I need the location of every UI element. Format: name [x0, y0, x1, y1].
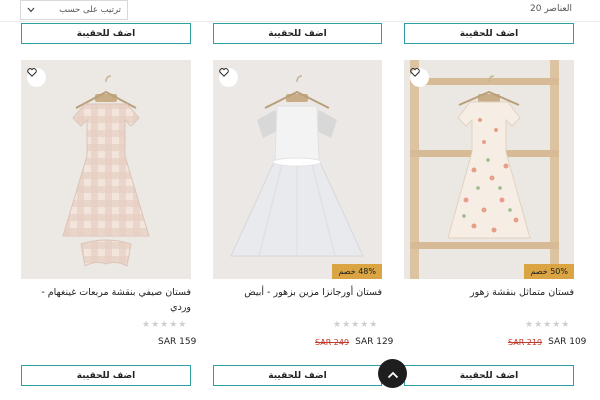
add-to-bag-button[interactable]: اضف للحقيبة — [404, 23, 574, 44]
star-icon: ★★★★★ — [142, 320, 188, 330]
wishlist-button[interactable] — [219, 68, 238, 87]
star-icon: ★★★★★ — [525, 320, 571, 330]
discount-badge: 48% خصم — [332, 264, 382, 279]
add-to-bag-button[interactable]: اضف للحقيبة — [21, 365, 191, 386]
price-block: SAR 159 — [158, 337, 328, 347]
add-to-bag-button[interactable]: اضف للحقيبة — [213, 365, 382, 386]
star-icon: ★★★★★ — [333, 320, 379, 330]
product-image[interactable] — [21, 60, 191, 279]
price-block: SAR 249 SAR 129 — [315, 337, 485, 347]
add-to-bag-button[interactable]: اضف للحقيبة — [213, 23, 382, 44]
original-price: SAR 219 — [508, 337, 543, 347]
wishlist-button[interactable] — [410, 68, 429, 87]
add-to-bag-button[interactable]: اضف للحقيبة — [404, 365, 574, 386]
results-toolbar: 20 العناصر ترتيب على حسب — [0, 0, 600, 22]
price-block: SAR 219 SAR 109 — [508, 337, 600, 347]
product-title[interactable]: فستان أورجانزا مزين بزهور - أبيض — [213, 285, 382, 300]
add-to-bag-button[interactable]: اضف للحقيبة — [21, 23, 191, 44]
rating-stars: ★★★★★ — [142, 320, 312, 330]
product-title[interactable]: فستان متماثل بنقشة زهور — [404, 285, 574, 300]
discount-badge: 50% خصم — [524, 264, 574, 279]
scroll-to-top-button[interactable] — [378, 359, 407, 388]
sort-dropdown[interactable]: ترتيب على حسب — [20, 0, 128, 20]
chevron-down-icon — [27, 6, 35, 15]
rating-stars: ★★★★★ — [333, 320, 503, 330]
result-count: 20 العناصر — [530, 4, 572, 14]
sale-price: SAR 129 — [355, 337, 394, 347]
sale-price: SAR 159 — [158, 337, 197, 347]
wishlist-button[interactable] — [27, 68, 46, 87]
chevron-up-icon — [387, 364, 399, 383]
product-image[interactable]: 48% خصم — [213, 60, 382, 279]
rating-stars: ★★★★★ — [525, 320, 600, 330]
product-title[interactable]: فستان صيفي بنقشة مربعات غينغهام - وردي — [21, 285, 191, 315]
product-image[interactable]: 50% خصم — [404, 60, 574, 279]
sort-label: ترتيب على حسب — [59, 5, 121, 15]
sale-price: SAR 109 — [548, 337, 587, 347]
